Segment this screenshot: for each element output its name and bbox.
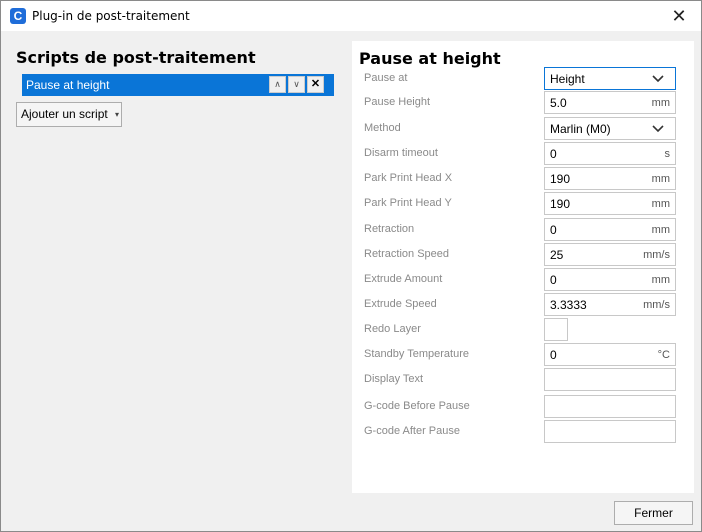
setting-unit: mm/s: [643, 249, 670, 261]
settings-panel: Pause at height Pause at Height Pause Heig…: [352, 41, 694, 493]
setting-value: 3.3333: [550, 298, 587, 312]
setting-unit: mm: [651, 173, 670, 185]
setting-label: Disarm timeout: [364, 147, 438, 159]
setting-label: Park Print Head Y: [364, 197, 452, 209]
setting-label: Park Print Head X: [364, 172, 453, 184]
setting-input[interactable]: 190 mm: [544, 167, 676, 190]
panel-heading: Pause at height: [359, 49, 501, 68]
setting-label: G-code Before Pause: [364, 400, 470, 412]
setting-unit: mm: [651, 97, 670, 109]
setting-unit: mm/s: [643, 299, 670, 311]
dialog-window: C Plug-in de post-traitement ✕ Scripts d…: [0, 0, 702, 532]
setting-value: 0: [550, 273, 557, 287]
remove-script-button[interactable]: ✕: [307, 76, 324, 93]
setting-label: Method: [364, 122, 401, 134]
setting-unit: s: [664, 148, 671, 160]
chevron-down-icon: [652, 125, 664, 133]
setting-label: G-code After Pause: [364, 425, 460, 437]
add-script-label: Ajouter un script: [21, 107, 108, 121]
setting-label: Pause Height: [364, 96, 431, 108]
move-down-button[interactable]: ∨: [288, 76, 305, 93]
setting-input[interactable]: [544, 368, 676, 391]
setting-value: Height: [550, 72, 585, 86]
scripts-heading: Scripts de post-traitement: [16, 48, 256, 67]
setting-label: Retraction Speed: [364, 248, 449, 260]
setting-label: Display Text: [364, 373, 424, 385]
close-button[interactable]: Fermer: [614, 501, 693, 525]
setting-unit: mm: [651, 198, 670, 210]
setting-value: 25: [550, 248, 564, 262]
setting-input[interactable]: [544, 420, 676, 443]
chevron-down-icon: [652, 75, 664, 83]
setting-input[interactable]: 0s: [544, 142, 676, 165]
setting-unit: mm: [651, 274, 670, 286]
script-list-item[interactable]: Pause at height ∧ ∨ ✕: [22, 74, 334, 96]
add-script-button[interactable]: Ajouter un script ▾: [16, 102, 122, 127]
setting-input[interactable]: 3.3333 mm/s: [544, 293, 676, 316]
setting-unit: mm: [651, 224, 670, 236]
setting-unit: °C: [657, 349, 670, 361]
cura-app-icon: C: [10, 8, 26, 24]
setting-label: Redo Layer: [364, 323, 421, 335]
setting-value: 0: [550, 147, 557, 161]
setting-value: 0: [550, 223, 557, 237]
setting-value: 190: [550, 172, 571, 186]
setting-dropdown[interactable]: Height: [544, 67, 676, 90]
dropdown-caret-icon: ▾: [114, 110, 119, 119]
setting-label: Retraction: [364, 223, 415, 235]
setting-value: 190: [550, 197, 571, 211]
setting-label: Pause at: [364, 72, 408, 84]
setting-input[interactable]: 0 mm: [544, 268, 676, 291]
window-close-icon[interactable]: ✕: [657, 1, 701, 31]
setting-label: Standby Temperature: [364, 348, 469, 360]
setting-label: Extrude Amount: [364, 273, 443, 285]
setting-checkbox[interactable]: [544, 318, 568, 341]
setting-input[interactable]: 0 °C: [544, 343, 676, 366]
window-title: Plug-in de post-traitement: [32, 9, 190, 23]
setting-input[interactable]: 25 mm/s: [544, 243, 676, 266]
setting-value: 0: [550, 348, 557, 362]
setting-value: Marlin (M0): [550, 122, 611, 136]
script-item-label: Pause at height: [26, 78, 110, 92]
title-bar: C Plug-in de post-traitement ✕: [1, 1, 701, 31]
setting-input[interactable]: 5.0 mm: [544, 91, 676, 114]
setting-input[interactable]: [544, 395, 676, 418]
move-up-button[interactable]: ∧: [269, 76, 286, 93]
setting-dropdown[interactable]: Marlin (M0): [544, 117, 676, 140]
setting-input[interactable]: 0 mm: [544, 218, 676, 241]
setting-value: 5.0: [550, 96, 567, 110]
setting-input[interactable]: 190 mm: [544, 192, 676, 215]
setting-label: Extrude Speed: [364, 298, 437, 310]
